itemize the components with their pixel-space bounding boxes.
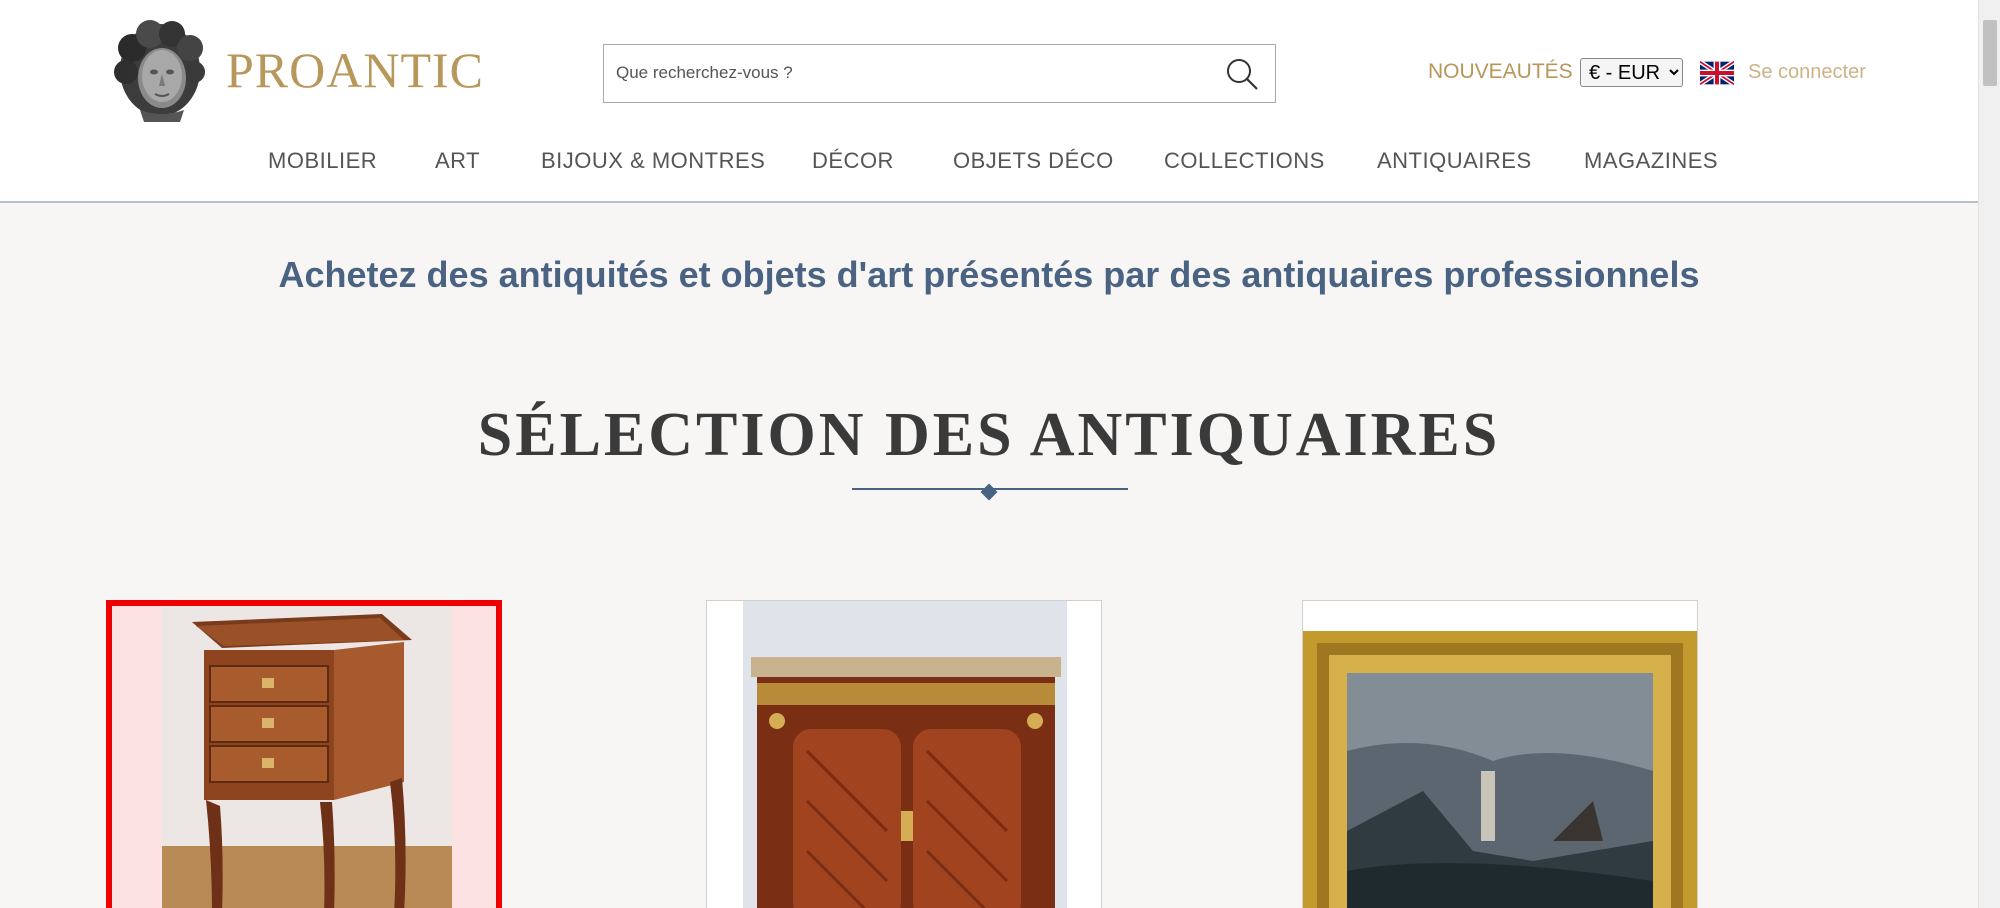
search-input[interactable]	[616, 45, 1196, 101]
logo-head-icon	[114, 20, 205, 122]
title-ornament	[980, 483, 998, 501]
nav-item-decor[interactable]: DÉCOR	[812, 148, 894, 174]
product-card-commode[interactable]	[706, 600, 1102, 908]
tagline: Achetez des antiquités et objets d'art p…	[278, 254, 1700, 295]
nav-item-bijoux-montres[interactable]: BIJOUX & MONTRES	[541, 148, 765, 174]
site-header: PROANTIC NOUVEAUTÉS € - EUR Se connecter…	[0, 0, 1978, 203]
search-bar	[603, 44, 1276, 103]
nav-item-collections[interactable]: COLLECTIONS	[1164, 148, 1325, 174]
product-image-bedside-table	[162, 606, 452, 908]
login-link[interactable]: Se connecter	[1748, 61, 1866, 84]
logo[interactable]: PROANTIC	[110, 18, 484, 122]
nav-item-mobilier[interactable]: MOBILIER	[268, 148, 377, 174]
nav-item-magazines[interactable]: MAGAZINES	[1584, 148, 1718, 174]
section-title: SÉLECTION DES ANTIQUAIRES	[477, 401, 1501, 469]
currency-select[interactable]: € - EUR	[1580, 58, 1683, 87]
nav-item-art[interactable]: ART	[435, 148, 480, 174]
product-card-painting[interactable]	[1302, 600, 1698, 908]
page-scrollbar[interactable]	[1978, 0, 2000, 908]
scrollbar-thumb[interactable]	[1983, 20, 1997, 86]
uk-flag-icon[interactable]	[1700, 61, 1734, 85]
nouveautes-link[interactable]: NOUVEAUTÉS	[1428, 60, 1573, 84]
main-nav: MOBILIER ART BIJOUX & MONTRES DÉCOR OBJE…	[0, 148, 1978, 182]
product-image-painting	[1303, 601, 1697, 908]
product-image-commode	[743, 601, 1067, 908]
search-icon[interactable]	[1225, 57, 1259, 91]
nav-item-antiquaires[interactable]: ANTIQUAIRES	[1377, 148, 1532, 174]
nav-item-objets-deco[interactable]: OBJETS DÉCO	[953, 148, 1114, 174]
logo-text: PROANTIC	[226, 42, 485, 98]
product-card-bedside-table[interactable]	[106, 600, 502, 908]
